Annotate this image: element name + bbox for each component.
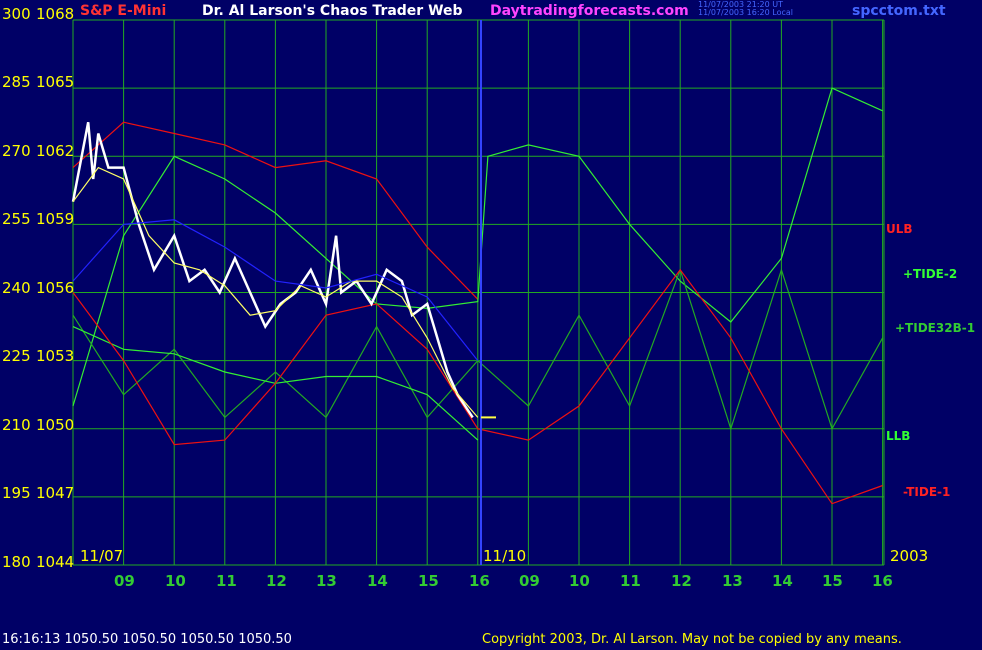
x-tick-label: 10 bbox=[569, 572, 590, 590]
price-axis-tick: 1047 bbox=[36, 484, 75, 502]
x-tick-label: 16 bbox=[469, 572, 490, 590]
x-tick-label: 14 bbox=[772, 572, 793, 590]
legend-llb: LLB bbox=[886, 429, 911, 443]
price-axis-tick: 1068 bbox=[36, 5, 75, 23]
file-name: spcctom.txt bbox=[852, 3, 946, 19]
page-title: Dr. Al Larson's Chaos Trader Web bbox=[202, 3, 463, 19]
date-label-year: 2003 bbox=[890, 547, 929, 565]
left-axis-tick: 225 bbox=[2, 347, 31, 365]
date-label-mid: 11/10 bbox=[483, 547, 527, 565]
left-axis-tick: 210 bbox=[2, 416, 31, 434]
left-axis-tick: 270 bbox=[2, 142, 31, 160]
x-tick-label: 09 bbox=[519, 572, 540, 590]
x-tick-label: 12 bbox=[266, 572, 287, 590]
price-axis-tick: 1062 bbox=[36, 142, 75, 160]
price-axis-tick: 1053 bbox=[36, 347, 75, 365]
left-axis-tick: 255 bbox=[2, 210, 31, 228]
left-axis-tick: 180 bbox=[2, 553, 31, 571]
left-axis-tick: 240 bbox=[2, 279, 31, 297]
legend-tide32b-1: +TIDE32B-1 bbox=[895, 321, 976, 335]
legend-tide-1: -TIDE-1 bbox=[903, 485, 951, 499]
x-tick-label: 15 bbox=[822, 572, 843, 590]
legend-ulb: ULB bbox=[886, 222, 913, 236]
x-tick-label: 12 bbox=[671, 572, 692, 590]
price-axis-tick: 1059 bbox=[36, 210, 75, 228]
instrument-title: S&P E-Mini bbox=[80, 3, 167, 19]
left-axis-tick: 285 bbox=[2, 73, 31, 91]
price-axis-tick: 1056 bbox=[36, 279, 75, 297]
x-tick-label: 10 bbox=[165, 572, 186, 590]
left-axis-tick: 300 bbox=[2, 5, 31, 23]
timestamp-local: 11/07/2003 16:20 Local bbox=[698, 8, 793, 17]
price-axis-tick: 1044 bbox=[36, 553, 75, 571]
legend-tide-2: +TIDE-2 bbox=[903, 267, 958, 281]
x-tick-label: 13 bbox=[316, 572, 337, 590]
copyright: Copyright 2003, Dr. Al Larson. May not b… bbox=[482, 632, 902, 647]
date-label-start: 11/07 bbox=[80, 547, 124, 565]
left-axis-tick: 195 bbox=[2, 484, 31, 502]
site-link[interactable]: Daytradingforecasts.com bbox=[490, 3, 689, 19]
x-tick-label: 11 bbox=[620, 572, 641, 590]
price-axis-tick: 1050 bbox=[36, 416, 75, 434]
x-tick-label: 13 bbox=[722, 572, 743, 590]
price-axis-tick: 1065 bbox=[36, 73, 75, 91]
x-tick-label: 15 bbox=[418, 572, 439, 590]
x-tick-label: 09 bbox=[114, 572, 135, 590]
x-tick-label: 14 bbox=[367, 572, 388, 590]
x-tick-label: 16 bbox=[872, 572, 893, 590]
x-tick-label: 11 bbox=[216, 572, 237, 590]
last-quote: 16:16:13 1050.50 1050.50 1050.50 1050.50 bbox=[2, 632, 292, 647]
